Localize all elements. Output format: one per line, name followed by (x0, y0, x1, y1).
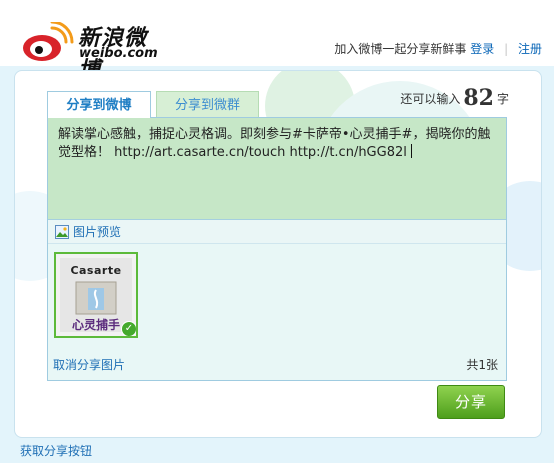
header-tagline: 加入微博一起分享新鲜事 (334, 42, 467, 56)
logo-english-text: weibo.com (79, 46, 158, 61)
counter-prefix: 还可以输入 (400, 92, 461, 106)
image-preview-label[interactable]: 图片预览 (73, 220, 121, 244)
header-separator: | (504, 42, 509, 56)
weibo-logo[interactable]: 新浪微博 weibo.com (22, 18, 162, 83)
thumbnail-brand: Casarte (70, 264, 122, 277)
share-button[interactable]: 分享 (437, 385, 505, 419)
tab-share-to-group[interactable]: 分享到微群 (156, 91, 259, 118)
image-thumbnail[interactable]: Casarte 心灵捕手 ✓ (54, 252, 138, 338)
weibo-eye-icon (23, 22, 74, 61)
message-text: 解读掌心感触，捕捉心灵格调。即刻参与#卡萨帝•心灵捕手#，揭晓你的触觉型格！ h… (58, 127, 491, 160)
header-actions: 加入微博一起分享新鲜事 登录 | 注册 (334, 40, 542, 57)
share-card: 分享到微博 分享到微群 还可以输入 82 字 解读掌心感触，捕捉心灵格调。即刻参与#… (14, 70, 542, 438)
tab-share-to-weibo[interactable]: 分享到微博 (47, 91, 151, 118)
cancel-share-image-link[interactable]: 取消分享图片 (53, 356, 125, 373)
get-share-button-link[interactable]: 获取分享按钮 (20, 442, 92, 459)
register-link[interactable]: 注册 (518, 42, 542, 56)
image-preview-bar: 图片预览 (48, 220, 506, 244)
thumbnail-image: Casarte 心灵捕手 (60, 258, 132, 332)
thumbnail-artwork-icon (75, 281, 117, 315)
text-cursor (410, 144, 412, 158)
login-link[interactable]: 登录 (470, 42, 494, 56)
counter-suffix: 字 (496, 92, 509, 106)
selected-check-icon: ✓ (121, 321, 136, 336)
char-counter: 还可以输入 82 字 (400, 85, 509, 111)
header: 新浪微博 weibo.com 加入微博一起分享新鲜事 登录 | 注册 (0, 0, 554, 83)
remaining-count: 82 (463, 85, 494, 111)
compose-panel: 解读掌心感触，捕捉心灵格调。即刻参与#卡萨帝•心灵捕手#，揭晓你的触觉型格！ h… (47, 117, 507, 381)
image-count: 共1张 (466, 358, 498, 372)
picture-icon (55, 225, 69, 239)
message-textarea[interactable]: 解读掌心感触，捕捉心灵格调。即刻参与#卡萨帝•心灵捕手#，揭晓你的触觉型格！ h… (48, 118, 506, 220)
